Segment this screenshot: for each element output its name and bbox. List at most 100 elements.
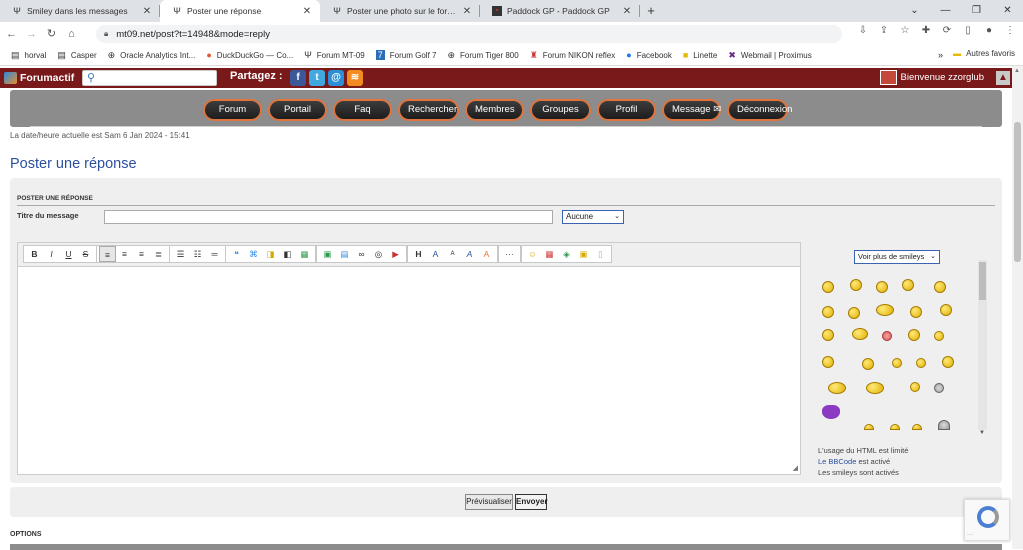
smiley-icon[interactable] — [822, 329, 834, 341]
smiley-icon[interactable] — [938, 420, 950, 430]
quote-icon[interactable]: ❝ — [228, 246, 245, 262]
bookmark-horval[interactable]: ▤ horval — [11, 50, 46, 61]
smiley-icon[interactable] — [864, 424, 874, 430]
browser-tab-3[interactable]: Ψ Poster une photo sur le forum ? - ✕ — [320, 0, 480, 22]
smiley-icon[interactable] — [934, 331, 944, 341]
horizontal-rule-icon[interactable]: ═ — [206, 246, 223, 262]
italic-icon[interactable]: I — [43, 246, 60, 262]
menu-forum[interactable]: Forum — [205, 101, 260, 119]
restore-icon[interactable]: ❐ — [961, 0, 992, 22]
smileys-scrollbar[interactable]: ▼ — [978, 260, 987, 436]
rss-icon[interactable]: ≋ — [347, 70, 363, 86]
reading-list-icon[interactable]: ⟳ — [940, 25, 954, 41]
forumactif-search-input[interactable]: ⚲ — [82, 70, 217, 86]
font-icon[interactable]: A — [427, 246, 444, 262]
link-icon[interactable]: ∞ — [353, 246, 370, 262]
smiley-icon[interactable] — [866, 382, 884, 394]
code-icon[interactable]: ⌘ — [245, 246, 262, 262]
extensions-icon[interactable]: ✚ — [919, 25, 933, 41]
smiley-icon[interactable] — [890, 424, 900, 430]
youtube-icon[interactable]: ▶ — [387, 246, 404, 262]
smileys-scroll-thumb[interactable] — [979, 262, 986, 300]
menu-portail[interactable]: Portail — [270, 101, 325, 119]
smiley-icon[interactable] — [902, 279, 914, 291]
smiley-icon[interactable] — [912, 424, 922, 430]
close-tab-icon[interactable]: ✕ — [300, 6, 314, 17]
smiley-icon[interactable] — [876, 281, 888, 293]
forumactif-logo[interactable]: Forumactif — [4, 72, 74, 84]
browser-tab-2-active[interactable]: Ψ Poster une réponse ✕ — [160, 0, 320, 22]
smiley-icon[interactable] — [940, 304, 952, 316]
smiley-icon[interactable] — [910, 382, 920, 392]
align-center-icon[interactable]: ≡ — [116, 246, 133, 262]
tab-search-icon[interactable]: ⌄ — [899, 0, 930, 22]
scroll-up-icon[interactable]: ▲ — [1014, 68, 1020, 74]
more-tags-icon[interactable]: ··· — [501, 246, 518, 262]
erase-format-icon[interactable]: A — [478, 246, 495, 262]
smiley-icon[interactable] — [848, 307, 860, 319]
smiley-icon[interactable]: ☺ — [524, 246, 541, 262]
minimize-icon[interactable]: — — [930, 0, 961, 22]
close-tab-icon[interactable]: ✕ — [140, 6, 154, 17]
paste-icon[interactable]: ◈ — [558, 246, 575, 262]
smiley-icon[interactable] — [850, 279, 862, 291]
justify-icon[interactable]: ≣ — [150, 246, 167, 262]
close-window-icon[interactable]: ✕ — [992, 0, 1023, 22]
table-icon[interactable]: ▦ — [296, 246, 313, 262]
smiley-icon[interactable] — [882, 331, 892, 341]
menu-profil[interactable]: Profil — [599, 101, 654, 119]
scrollbar-thumb[interactable] — [1014, 122, 1021, 262]
smiley-icon[interactable] — [822, 281, 834, 293]
install-icon[interactable]: ⇩ — [856, 25, 870, 41]
hide-icon[interactable]: ◨ — [262, 246, 279, 262]
more-bookmarks-chevron[interactable]: » — [938, 50, 943, 60]
recaptcha-badge[interactable]: ····· — [964, 499, 1010, 541]
other-bookmarks[interactable]: ▬ Autres favoris — [953, 49, 1015, 58]
send-button[interactable]: Envoyer — [515, 494, 548, 510]
facebook-share-icon[interactable]: f — [290, 70, 306, 86]
menu-rechercher[interactable]: Rechercher — [400, 101, 457, 119]
home-icon[interactable]: ⌂ — [63, 28, 80, 40]
smiley-icon[interactable] — [934, 383, 944, 393]
arrow-up-icon[interactable]: ▲ — [996, 71, 1010, 85]
host-image-icon[interactable]: ▤ — [336, 246, 353, 262]
smiley-icon[interactable] — [916, 358, 926, 368]
smiley-icon[interactable] — [892, 358, 902, 368]
font-size-icon[interactable]: ᴬ — [444, 246, 461, 262]
scroll-down-icon[interactable]: ▼ — [979, 430, 985, 436]
source-mode-icon[interactable]: ▯ — [592, 246, 609, 262]
smiley-icon[interactable] — [822, 306, 834, 318]
resize-handle-icon[interactable]: ◢ — [793, 464, 798, 472]
menu-deconnexion[interactable]: Déconnexion — [729, 101, 792, 119]
flash-icon[interactable]: ◎ — [370, 246, 387, 262]
underline-icon[interactable]: U — [60, 246, 77, 262]
bookmark-forum-golf7[interactable]: 7 Forum Golf 7 — [375, 50, 436, 60]
browser-tab-4[interactable]: ▪ Paddock GP - Paddock GP ✕ — [480, 0, 640, 22]
forward-icon[interactable]: → — [23, 28, 40, 40]
url-field[interactable]: 🔒︎ mt09.net/post?t=14948&mode=reply — [96, 25, 842, 43]
new-tab-icon[interactable]: + — [640, 0, 662, 22]
heading-icon[interactable]: H — [410, 246, 427, 262]
clipboard-icon[interactable]: ▣ — [575, 246, 592, 262]
bold-icon[interactable]: B — [26, 246, 43, 262]
font-color-icon[interactable]: A — [461, 246, 478, 262]
bookmark-linette[interactable]: ■ Linette — [683, 50, 717, 60]
numbered-list-icon[interactable]: ☷ — [189, 246, 206, 262]
bookmark-forum-mt09[interactable]: Ψ Forum MT-09 — [304, 50, 365, 60]
preview-button[interactable]: Prévisualiser — [465, 494, 513, 510]
bookmark-oracle[interactable]: ⊕ Oracle Analytics Int... — [108, 50, 196, 61]
bullet-list-icon[interactable]: ☰ — [172, 246, 189, 262]
star-icon[interactable]: ☆ — [898, 25, 912, 41]
smiley-icon[interactable] — [908, 329, 920, 341]
smiley-icon[interactable] — [934, 281, 946, 293]
smiley-icon[interactable] — [828, 382, 846, 394]
menu-icon[interactable]: ⋮ — [1003, 25, 1017, 41]
menu-membres[interactable]: Membres — [467, 101, 522, 119]
strikethrough-icon[interactable]: S — [77, 246, 94, 262]
smiley-icon[interactable] — [822, 405, 840, 419]
email-share-icon[interactable]: @ — [328, 70, 344, 86]
reload-icon[interactable]: ↻ — [43, 27, 60, 40]
smiley-icon[interactable] — [910, 306, 922, 318]
bookmark-forum-nikon[interactable]: ♜ Forum NIKON reflex — [530, 50, 616, 61]
close-tab-icon[interactable]: ✕ — [620, 6, 634, 17]
